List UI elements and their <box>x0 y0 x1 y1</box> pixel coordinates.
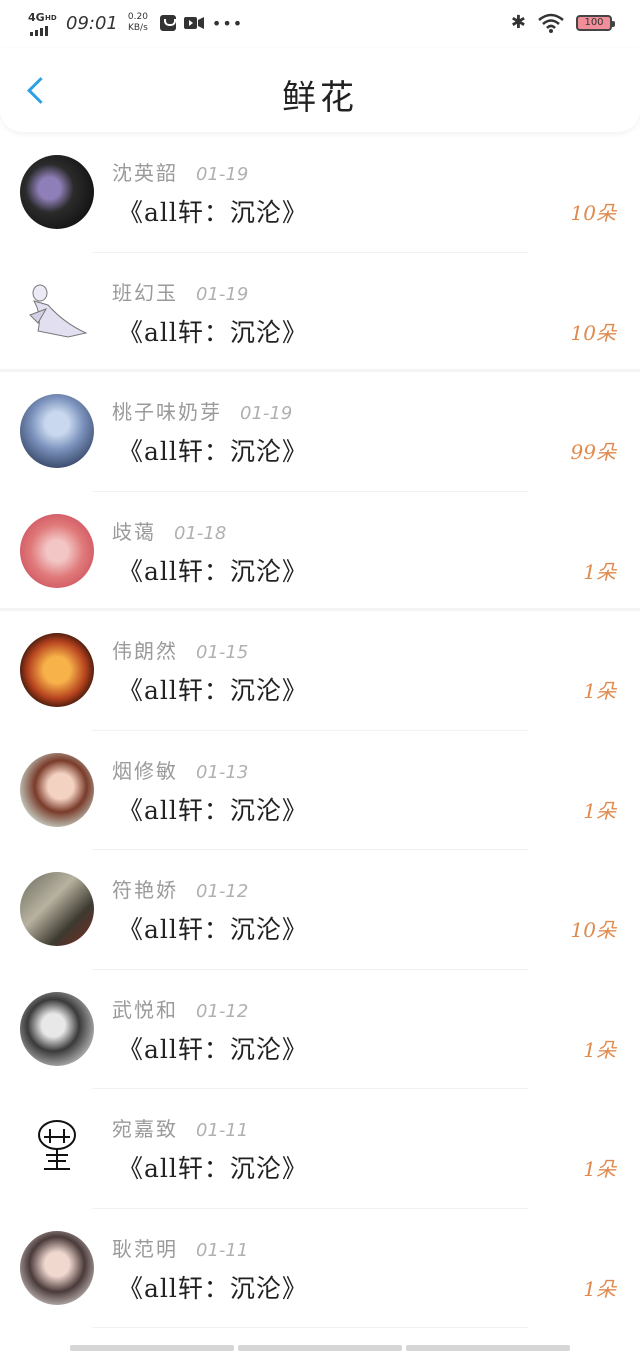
sender-name[interactable]: 符艳娇 <box>112 874 178 903</box>
sender-name[interactable]: 班幻玉 <box>112 277 178 306</box>
page-title: 鲜花 <box>282 78 358 118</box>
network-hd: HD <box>45 14 57 22</box>
avatar[interactable] <box>20 513 94 588</box>
network-type: 4G <box>28 11 45 24</box>
list-item[interactable]: 耿范明 01-11 《all轩：沉沦》 1朵 <box>0 1209 640 1329</box>
avatar[interactable] <box>20 633 94 707</box>
list-item[interactable]: 歧蔼 01-18 《all轩：沉沦》 1朵 <box>0 492 640 612</box>
sender-name[interactable]: 伟朗然 <box>112 635 178 664</box>
video-icon <box>183 17 204 29</box>
bluetooth-icon: ✱ <box>510 12 526 33</box>
avatar[interactable] <box>20 752 94 827</box>
send-date: 01-19 <box>196 283 249 305</box>
avatar[interactable] <box>20 394 94 468</box>
work-title[interactable]: 《all轩：沉沦》 <box>118 313 308 349</box>
flower-count: 1朵 <box>583 1037 616 1062</box>
sender-name[interactable]: 宛嘉致 <box>112 1113 178 1142</box>
scroll-indicator <box>70 1345 570 1351</box>
wifi-icon <box>538 13 564 33</box>
cellular-signal-icon: 4G HD <box>28 10 62 36</box>
work-title[interactable]: 《all轩：沉沦》 <box>118 1030 308 1066</box>
flower-count: 1朵 <box>583 679 616 703</box>
flower-count: 99朵 <box>570 440 616 464</box>
sender-name[interactable]: 烟修敏 <box>112 755 178 784</box>
work-title[interactable]: 《all轩：沉沦》 <box>118 1269 308 1305</box>
app-notification-icon <box>159 15 176 31</box>
list-item[interactable]: 武悦和 01-12 《all轩：沉沦》 1朵 <box>0 970 640 1090</box>
work-title[interactable]: 《all轩：沉沦》 <box>118 671 308 707</box>
flower-count: 1朵 <box>583 559 616 584</box>
work-title[interactable]: 《all轩：沉沦》 <box>118 910 308 946</box>
send-date: 01-11 <box>196 1239 249 1261</box>
flower-count: 10朵 <box>570 320 616 345</box>
flower-gift-list: 沈英韶 01-19 《all轩：沉沦》 10朵 班幻玉 01-19 《all轩：沉沦… <box>0 133 640 1328</box>
speed-value: 0.20 <box>127 12 148 22</box>
more-notifications-icon: ••• <box>211 13 244 33</box>
list-item[interactable]: 伟朗然 01-15 《all轩：沉沦》 1朵 <box>0 611 640 731</box>
sender-name[interactable]: 歧蔼 <box>112 516 156 545</box>
status-bar: 4G HD 09:01 0.20 KB/s ••• ✱ 100 <box>0 0 640 48</box>
sender-name[interactable]: 耿范明 <box>112 1233 178 1262</box>
send-date: 01-19 <box>240 403 293 424</box>
list-item[interactable]: 宛嘉致 01-11 《all轩：沉沦》 1朵 <box>0 1089 640 1209</box>
send-date: 01-19 <box>196 164 249 185</box>
sender-name[interactable]: 武悦和 <box>112 994 178 1023</box>
flower-count: 1朵 <box>583 1276 616 1301</box>
work-title[interactable]: 《all轩：沉沦》 <box>118 193 308 229</box>
clock: 09:01 <box>66 12 118 34</box>
top-nav-bar: 鲜花 <box>0 48 640 132</box>
list-item[interactable]: 桃子味奶芽 01-19 《all轩：沉沦》 99朵 <box>0 372 640 492</box>
avatar[interactable] <box>20 991 94 1066</box>
list-item[interactable]: 烟修敏 01-13 《all轩：沉沦》 1朵 <box>0 731 640 851</box>
flower-count: 10朵 <box>570 918 616 942</box>
sender-name[interactable]: 桃子味奶芽 <box>112 396 222 425</box>
speed-unit: KB/s <box>127 23 148 33</box>
battery-level: 100 <box>584 16 604 28</box>
avatar[interactable] <box>20 274 94 349</box>
work-title[interactable]: 《all轩：沉沦》 <box>118 1149 308 1185</box>
work-title[interactable]: 《all轩：沉沦》 <box>118 552 308 588</box>
avatar[interactable] <box>20 155 94 229</box>
send-date: 01-12 <box>196 1000 249 1022</box>
battery-icon: 100 <box>576 14 615 31</box>
avatar[interactable] <box>20 1230 94 1305</box>
list-item[interactable]: 沈英韶 01-19 《all轩：沉沦》 10朵 <box>0 133 640 253</box>
work-title[interactable]: 《all轩：沉沦》 <box>118 432 308 468</box>
flower-count: 10朵 <box>570 201 616 225</box>
send-date: 01-18 <box>174 522 227 544</box>
list-item[interactable]: 班幻玉 01-19 《all轩：沉沦》 10朵 <box>0 253 640 373</box>
send-date: 01-13 <box>196 761 249 783</box>
sender-name[interactable]: 沈英韶 <box>112 157 178 186</box>
network-speed: 0.20 KB/s <box>128 12 148 34</box>
send-date: 01-12 <box>196 881 249 902</box>
avatar[interactable] <box>20 1111 94 1185</box>
flower-count: 1朵 <box>583 1157 616 1181</box>
send-date: 01-11 <box>196 1120 249 1141</box>
avatar[interactable] <box>20 872 94 946</box>
work-title[interactable]: 《all轩：沉沦》 <box>118 791 308 827</box>
list-item[interactable]: 符艳娇 01-12 《all轩：沉沦》 10朵 <box>0 850 640 970</box>
flower-count: 1朵 <box>583 798 616 823</box>
send-date: 01-15 <box>196 642 249 663</box>
